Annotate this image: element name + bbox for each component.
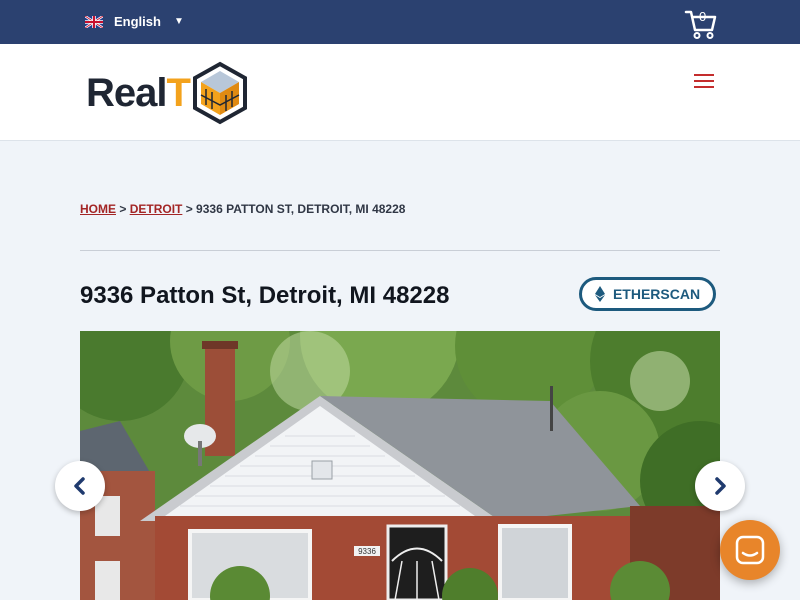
hamburger-bar [694, 80, 714, 82]
cart-count: 0 [699, 9, 707, 24]
gallery-next-button[interactable] [695, 461, 745, 511]
uk-flag-icon [85, 15, 103, 28]
caret-down-icon: ▼ [173, 16, 184, 27]
chat-launcher-button[interactable] [720, 520, 780, 580]
breadcrumb-city-link[interactable]: DETROIT [130, 202, 183, 216]
language-label: English [114, 14, 161, 29]
etherscan-label: ETHERSCAN [612, 286, 701, 302]
chat-icon [735, 535, 765, 565]
ethereum-icon [594, 286, 605, 302]
page-title: 9336 Patton St, Detroit, MI 48228 [80, 282, 450, 309]
hamburger-menu-button[interactable] [692, 74, 716, 92]
hamburger-bar [694, 86, 714, 88]
chevron-right-icon [715, 477, 726, 495]
language-selector[interactable]: English ▼ [85, 14, 184, 29]
breadcrumb-separator: > [116, 202, 130, 216]
site-header: RealT [0, 44, 800, 141]
realt-logo[interactable]: RealT [86, 61, 248, 125]
breadcrumb-separator: > [182, 202, 197, 216]
logo-text: RealT [86, 71, 191, 115]
logo-cube-icon [192, 61, 247, 125]
logo-text-accent: T [166, 71, 191, 115]
breadcrumb-home-link[interactable]: HOME [80, 202, 116, 216]
cart-button[interactable]: 0 [684, 8, 718, 40]
house-number: 9336 [358, 547, 376, 556]
property-photo: 9336 [80, 331, 720, 600]
breadcrumb: HOME > DETROIT > 9336 PATTON ST, DETROIT… [80, 202, 405, 216]
gallery-prev-button[interactable] [55, 461, 105, 511]
hamburger-icon [694, 74, 714, 76]
etherscan-button[interactable]: ETHERSCAN [579, 277, 716, 311]
top-bar: English ▼ 0 [0, 0, 800, 44]
logo-text-main: Real [86, 71, 167, 115]
divider [80, 250, 720, 251]
breadcrumb-current: 9336 PATTON ST, DETROIT, MI 48228 [196, 202, 406, 216]
chevron-left-icon [74, 477, 85, 495]
